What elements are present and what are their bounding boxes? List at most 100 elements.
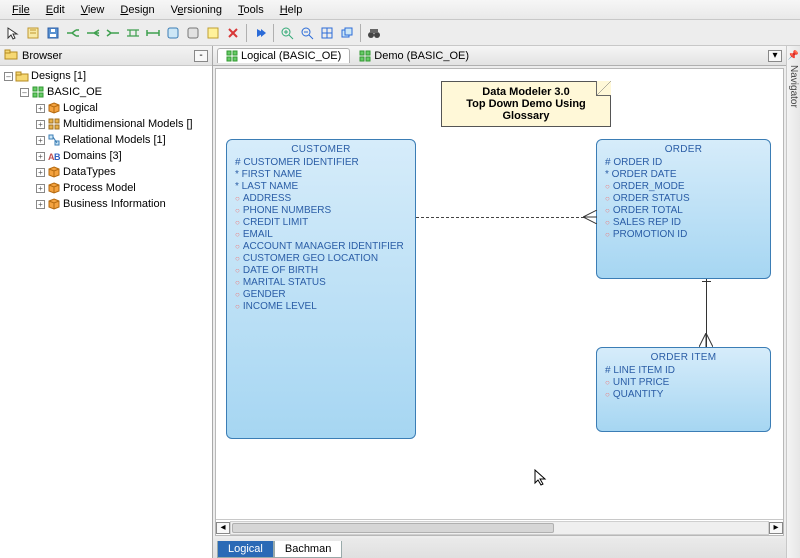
entity-attribute: CUSTOMER IDENTIFIER — [235, 157, 407, 169]
close-tabs-icon[interactable]: ▾ — [768, 50, 782, 62]
save-icon[interactable] — [44, 24, 62, 42]
fit-window-icon[interactable] — [318, 24, 336, 42]
entity-attribute: PROMOTION ID — [605, 229, 762, 241]
entity-attribute: UNIT PRICE — [605, 377, 762, 389]
layout4-icon[interactable] — [124, 24, 142, 42]
entity-icon[interactable] — [164, 24, 182, 42]
entity-attribute: ORDER_MODE — [605, 181, 762, 193]
entity-customer[interactable]: CUSTOMER CUSTOMER IDENTIFIERFIRST NAMELA… — [226, 139, 416, 439]
tree-item-label: Logical — [63, 102, 98, 114]
entity-attribute: ORDER ID — [605, 157, 762, 169]
entity-attribute: DATE OF BIRTH — [235, 265, 407, 277]
browser-panel: Browser - –Designs [1] –BASIC_OE +Logica… — [0, 46, 213, 558]
layout3-icon[interactable] — [104, 24, 122, 42]
entity-customer-title: CUSTOMER — [235, 144, 407, 155]
layout1-icon[interactable] — [64, 24, 82, 42]
entity-attribute: MARITAL STATUS — [235, 277, 407, 289]
svg-text:B: B — [54, 152, 60, 162]
browser-title-bar: Browser - — [0, 46, 212, 66]
binoculars-icon[interactable] — [365, 24, 383, 42]
menubar: File Edit View Design Versioning Tools H… — [0, 0, 800, 20]
pointer-icon[interactable] — [4, 24, 22, 42]
editor-tab[interactable]: Logical (BASIC_OE) — [217, 48, 350, 63]
tree-root-label: Designs [1] — [31, 70, 86, 82]
cursor-icon — [534, 469, 548, 490]
menu-versioning[interactable]: Versioning — [163, 2, 230, 18]
tree-item[interactable]: +DataTypes — [0, 164, 212, 180]
entity-attribute: ADDRESS — [235, 193, 407, 205]
tree-item[interactable]: +Business Information — [0, 196, 212, 212]
menu-tools[interactable]: Tools — [230, 2, 272, 18]
entity-order-item-title: ORDER ITEM — [605, 352, 762, 363]
entity-attribute: QUANTITY — [605, 389, 762, 401]
tab-label: Logical (BASIC_OE) — [241, 50, 341, 62]
tree[interactable]: –Designs [1] –BASIC_OE +Logical+Multidim… — [0, 66, 212, 558]
entity-order[interactable]: ORDER ORDER IDORDER DATEORDER_MODEORDER … — [596, 139, 771, 279]
browser-title: Browser — [22, 50, 62, 62]
layout2-icon[interactable] — [84, 24, 102, 42]
tree-item-label: Domains [3] — [63, 150, 122, 162]
entity-attribute: ACCOUNT MANAGER IDENTIFIER — [235, 241, 407, 253]
play-icon[interactable] — [251, 24, 269, 42]
entity-attribute: ORDER TOTAL — [605, 205, 762, 217]
horizontal-scrollbar[interactable]: ◂ ▸ — [216, 519, 783, 535]
tree-design[interactable]: –BASIC_OE — [0, 84, 212, 100]
tree-item[interactable]: +Relational Models [1] — [0, 132, 212, 148]
layout5-icon[interactable] — [144, 24, 162, 42]
navigator-label: Navigator — [788, 65, 799, 108]
entity-attribute: PHONE NUMBERS — [235, 205, 407, 217]
delete-icon[interactable] — [224, 24, 242, 42]
subview-tab[interactable]: Bachman — [274, 541, 342, 558]
tree-item[interactable]: +Multidimensional Models [] — [0, 116, 212, 132]
entity-attribute: CREDIT LIMIT — [235, 217, 407, 229]
menu-view[interactable]: View — [73, 2, 113, 18]
rel-bar-icon — [702, 281, 711, 282]
entity-attribute: ORDER STATUS — [605, 193, 762, 205]
menu-edit[interactable]: Edit — [38, 2, 73, 18]
navigator-panel-collapsed[interactable]: 📌 Navigator — [786, 46, 800, 558]
subview-tab[interactable]: Logical — [217, 541, 274, 558]
tree-item-label: DataTypes — [63, 166, 116, 178]
tree-root[interactable]: –Designs [1] — [0, 68, 212, 84]
entity-attribute: FIRST NAME — [235, 169, 407, 181]
note-line1: Data Modeler 3.0 — [450, 86, 602, 98]
note-icon[interactable] — [204, 24, 222, 42]
diagram-canvas[interactable]: Data Modeler 3.0 Top Down Demo Using Glo… — [215, 68, 784, 536]
tree-item[interactable]: +Logical — [0, 100, 212, 116]
editor-tabs: Logical (BASIC_OE) Demo (BASIC_OE) ▾ — [213, 46, 786, 66]
tree-item[interactable]: +ABDomains [3] — [0, 148, 212, 164]
crowfoot-icon — [583, 210, 597, 224]
entity-order-item[interactable]: ORDER ITEM LINE ITEM IDUNIT PRICEQUANTIT… — [596, 347, 771, 432]
navigator-pin-icon[interactable]: 📌 — [788, 50, 799, 61]
view-icon[interactable] — [184, 24, 202, 42]
scroll-right-icon[interactable]: ▸ — [769, 522, 783, 534]
editor-tab[interactable]: Demo (BASIC_OE) — [350, 48, 478, 63]
entity-attribute: GENDER — [235, 289, 407, 301]
crowfoot-icon-2 — [699, 333, 713, 347]
new-model-icon[interactable] — [24, 24, 42, 42]
entity-attribute: LAST NAME — [235, 181, 407, 193]
entity-attribute: ORDER DATE — [605, 169, 762, 181]
entity-attribute: SALES REP ID — [605, 217, 762, 229]
zoom-out-icon[interactable] — [298, 24, 316, 42]
entity-attribute: CUSTOMER GEO LOCATION — [235, 253, 407, 265]
zoom-in-icon[interactable] — [278, 24, 296, 42]
tree-item-label: Multidimensional Models [] — [63, 118, 193, 130]
rel-customer-order[interactable] — [416, 217, 584, 218]
note-line2: Top Down Demo Using Glossary — [450, 98, 602, 122]
scroll-left-icon[interactable]: ◂ — [216, 522, 230, 534]
diagram-note[interactable]: Data Modeler 3.0 Top Down Demo Using Glo… — [441, 81, 611, 127]
entity-order-title: ORDER — [605, 144, 762, 155]
entity-attribute: LINE ITEM ID — [605, 365, 762, 377]
windows-icon[interactable] — [338, 24, 356, 42]
browser-icon — [4, 48, 18, 63]
tab-label: Demo (BASIC_OE) — [374, 50, 469, 62]
menu-design[interactable]: Design — [112, 2, 162, 18]
tree-item-label: Business Information — [63, 198, 166, 210]
menu-file[interactable]: File — [4, 2, 38, 18]
entity-attribute: INCOME LEVEL — [235, 301, 407, 313]
menu-help[interactable]: Help — [272, 2, 311, 18]
tree-item[interactable]: +Process Model — [0, 180, 212, 196]
tree-design-label: BASIC_OE — [47, 86, 102, 98]
minimize-icon[interactable]: - — [194, 50, 208, 62]
